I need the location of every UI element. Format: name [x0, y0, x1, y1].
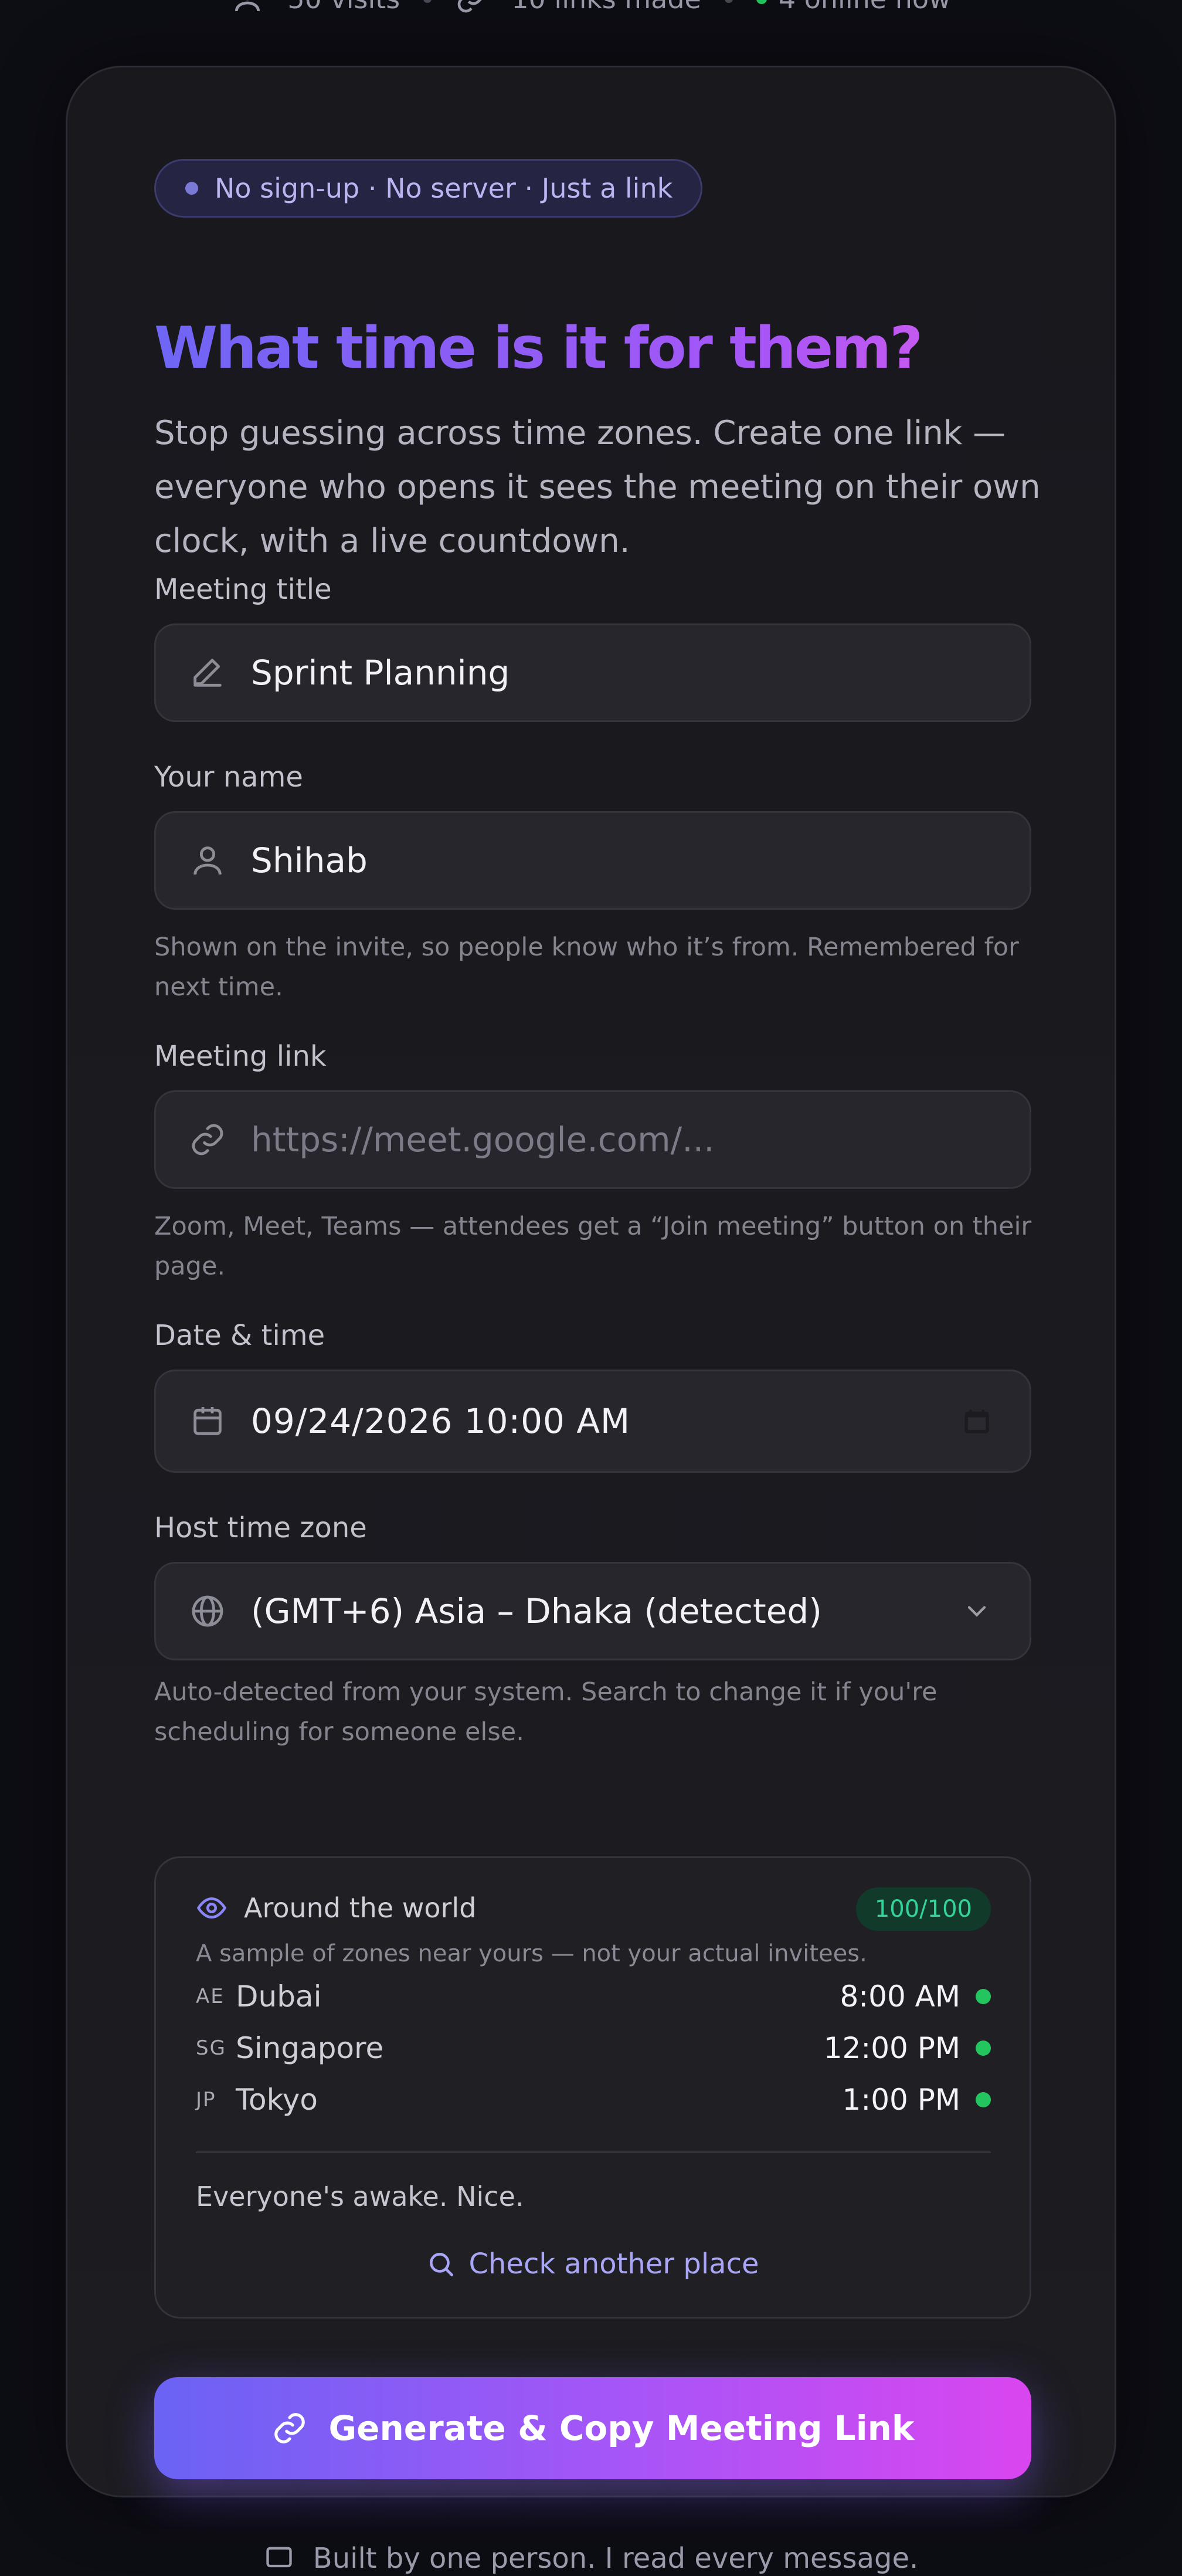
city-name: Dubai	[236, 1980, 322, 2014]
host-timezone-value[interactable]: (GMT+6) Asia – Dhaka (detected)	[251, 1591, 822, 1631]
link-icon	[192, 1124, 223, 1155]
generate-copy-link-button[interactable]: Generate & Copy Meeting Link	[154, 2377, 1031, 2479]
separator-dot	[724, 0, 733, 3]
country-code: SG	[196, 2036, 226, 2060]
divider	[196, 2151, 991, 2153]
link-icon	[274, 2413, 305, 2443]
pill-dot	[185, 182, 198, 195]
country-code: JP	[196, 2088, 216, 2111]
search-icon	[430, 2253, 454, 2277]
meeting-link-label: Meeting link	[154, 1040, 327, 1073]
around-the-world-header: Around the world	[196, 1892, 476, 1924]
meeting-title-field[interactable]: Sprint Planning	[154, 623, 1031, 722]
timezone-row: JP Tokyo 1:00 PM	[196, 2076, 991, 2123]
local-time: 8:00 AM	[840, 1980, 960, 2014]
meeting-title-label: Meeting title	[154, 573, 332, 606]
city-name: Tokyo	[236, 2083, 318, 2117]
your-name-field[interactable]: Shihab	[154, 811, 1031, 910]
online-count: 4 online now	[779, 0, 951, 15]
message-icon	[266, 2547, 292, 2568]
link-icon	[457, 0, 482, 13]
meeting-title-value[interactable]: Sprint Planning	[251, 653, 510, 693]
check-another-place-link[interactable]: Check another place	[156, 2248, 1030, 2280]
date-time-label: Date & time	[154, 1319, 325, 1352]
host-timezone-select[interactable]: (GMT+6) Asia – Dhaka (detected)	[154, 1562, 1031, 1660]
meeting-form-card: No sign-up · No server · Just a link Wha…	[66, 66, 1116, 2497]
awake-verdict: Everyone's awake. Nice.	[196, 2181, 524, 2212]
user-icon	[193, 846, 222, 875]
meeting-link-field[interactable]: https://meet.google.com/...	[154, 1090, 1031, 1189]
timezone-row: AE Dubai 8:00 AM	[196, 1973, 991, 2020]
country-code: AE	[196, 1985, 225, 2008]
visits-count: 50 visits	[287, 0, 400, 15]
page-description: Stop guessing across time zones. Create …	[154, 414, 1041, 560]
links-count: 10 links made	[511, 0, 701, 15]
footer-note: Built by one person. I read every messag…	[0, 2541, 1182, 2576]
your-name-label: Your name	[154, 761, 303, 794]
your-name-value[interactable]: Shihab	[251, 840, 368, 880]
pencil-icon	[193, 659, 222, 687]
chevron-down-icon[interactable]	[962, 1596, 992, 1626]
awake-status-dot	[976, 2092, 991, 2107]
awake-status-dot	[976, 1989, 991, 2004]
generate-copy-link-label[interactable]: Generate & Copy Meeting Link	[329, 2408, 915, 2448]
date-time-value[interactable]: 09/24/2026 10:00 AM	[251, 1401, 630, 1441]
local-time: 1:00 PM	[842, 2083, 960, 2117]
city-name: Singapore	[236, 2031, 384, 2065]
timezone-row: SG Singapore 12:00 PM	[196, 2025, 991, 2072]
meeting-link-help: Zoom, Meet, Teams — attendees get a “Joi…	[154, 1212, 1032, 1281]
around-the-world-subtitle: A sample of zones near yours — not your …	[196, 1940, 867, 1967]
eye-icon	[196, 1897, 227, 1919]
around-the-world-title: Around the world	[244, 1892, 477, 1924]
awake-status-dot	[976, 2041, 991, 2056]
page-title: What time is it for them?	[154, 315, 923, 382]
calendar-icon	[193, 1407, 222, 1435]
globe-icon	[192, 1595, 223, 1627]
around-the-world-panel: Around the world 100/100 A sample of zon…	[154, 1856, 1031, 2319]
score-badge: 100/100	[855, 1887, 991, 1931]
user-icon	[235, 0, 260, 12]
your-name-help: Shown on the invite, so people know who …	[154, 933, 1019, 1002]
meeting-link-placeholder[interactable]: https://meet.google.com/...	[251, 1120, 715, 1160]
host-timezone-help: Auto-detected from your system. Search t…	[154, 1677, 938, 1747]
pill-text: No sign-up · No server · Just a link	[215, 172, 673, 204]
site-stats: 50 visits 10 links made 4 online now	[0, 0, 1182, 16]
date-time-field[interactable]: 09/24/2026 10:00 AM	[154, 1370, 1031, 1473]
local-time: 12:00 PM	[823, 2031, 960, 2065]
check-another-place-label[interactable]: Check another place	[468, 2248, 759, 2280]
separator-dot	[423, 0, 432, 3]
online-indicator-dot	[756, 0, 767, 4]
footer-text: Built by one person. I read every messag…	[313, 2542, 919, 2575]
feature-pill: No sign-up · No server · Just a link	[154, 159, 703, 218]
calendar-picker-icon[interactable]	[962, 1406, 992, 1436]
host-timezone-label: Host time zone	[154, 1511, 367, 1544]
